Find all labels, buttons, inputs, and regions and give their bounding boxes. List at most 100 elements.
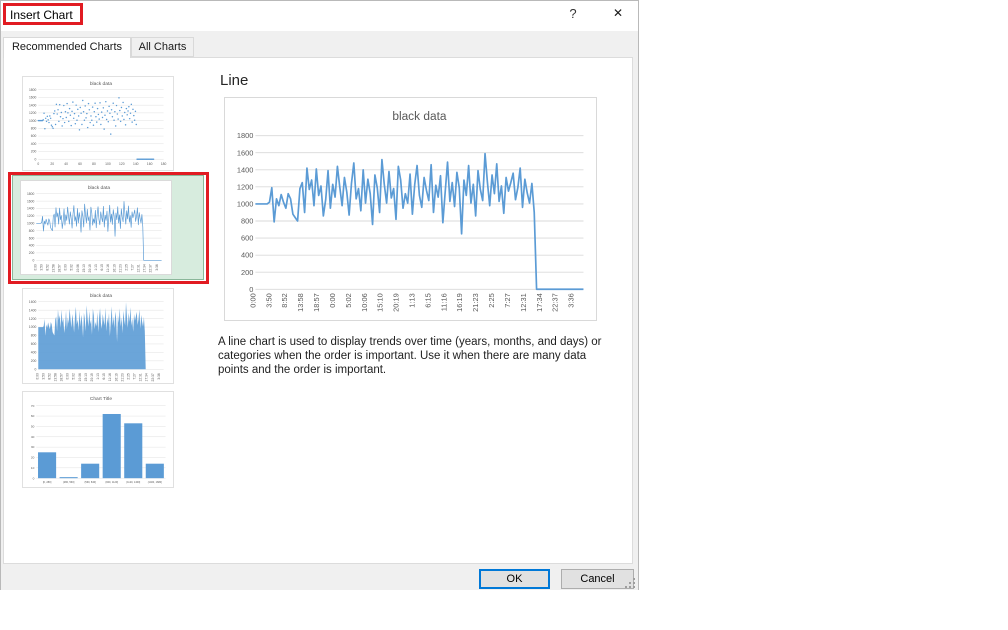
svg-text:180: 180 <box>161 162 167 166</box>
svg-text:400: 400 <box>31 142 37 146</box>
preview-heading: Line <box>220 72 248 89</box>
tab-all-charts[interactable]: All Charts <box>131 37 194 57</box>
svg-text:20: 20 <box>50 162 54 166</box>
svg-text:3:36: 3:36 <box>157 373 161 380</box>
svg-text:black data: black data <box>90 293 113 299</box>
svg-text:200: 200 <box>241 268 253 277</box>
svg-text:black data: black data <box>88 185 111 191</box>
svg-text:3:50: 3:50 <box>41 373 45 380</box>
close-icon[interactable]: ✕ <box>609 6 627 24</box>
svg-text:140: 140 <box>133 162 139 166</box>
svg-text:1200: 1200 <box>27 214 35 218</box>
svg-text:1400: 1400 <box>27 207 35 211</box>
svg-text:800: 800 <box>241 217 253 226</box>
svg-text:1400: 1400 <box>237 165 254 174</box>
svg-text:16:19: 16:19 <box>114 373 118 381</box>
svg-text:0: 0 <box>249 285 253 294</box>
svg-text:21:23: 21:23 <box>118 264 122 272</box>
svg-text:10:06: 10:06 <box>78 373 82 381</box>
svg-text:600: 600 <box>29 236 35 240</box>
svg-text:0:00: 0:00 <box>35 373 39 380</box>
tab-recommended-charts[interactable]: Recommended Charts <box>3 37 131 58</box>
svg-text:12:31: 12:31 <box>137 264 141 272</box>
svg-text:5:02: 5:02 <box>70 264 74 271</box>
svg-text:15:10: 15:10 <box>84 373 88 381</box>
insert-chart-dialog: Insert Chart ? ✕ Recommended Charts All … <box>0 0 639 590</box>
svg-text:5:02: 5:02 <box>344 293 353 307</box>
svg-text:10: 10 <box>31 466 35 470</box>
svg-text:2:25: 2:25 <box>487 293 496 307</box>
svg-text:21:23: 21:23 <box>120 373 124 381</box>
thumbnail-histogram-chart[interactable]: 010203040506070Chart Title[0, 280](280, … <box>22 391 174 488</box>
chart-description: A line chart is used to display trends o… <box>218 335 616 377</box>
svg-text:13:58: 13:58 <box>54 373 58 381</box>
svg-text:(560, 840]: (560, 840] <box>84 481 96 484</box>
svg-text:3:50: 3:50 <box>39 264 43 271</box>
svg-text:21:23: 21:23 <box>471 293 480 312</box>
svg-text:10:06: 10:06 <box>360 293 369 312</box>
dialog-content: 020040060080010001200140016001800black d… <box>3 57 633 564</box>
svg-text:(1400, 1680]: (1400, 1680] <box>148 481 163 484</box>
svg-text:0:00: 0:00 <box>66 373 70 380</box>
svg-text:1800: 1800 <box>29 88 37 92</box>
svg-text:3:50: 3:50 <box>264 293 273 307</box>
svg-text:200: 200 <box>29 251 35 255</box>
svg-text:1600: 1600 <box>29 300 37 304</box>
svg-text:3:36: 3:36 <box>567 293 576 307</box>
svg-text:22:37: 22:37 <box>149 264 153 272</box>
svg-text:100: 100 <box>105 162 111 166</box>
svg-text:8:52: 8:52 <box>280 293 289 307</box>
svg-text:600: 600 <box>241 234 253 243</box>
svg-text:17:34: 17:34 <box>143 264 147 272</box>
svg-text:200: 200 <box>31 359 37 363</box>
svg-text:1:13: 1:13 <box>407 293 416 307</box>
tab-strip: Recommended Charts All Charts <box>1 37 638 58</box>
svg-text:400: 400 <box>241 251 253 260</box>
svg-text:1600: 1600 <box>237 148 254 157</box>
svg-text:16:19: 16:19 <box>112 264 116 272</box>
svg-text:2:25: 2:25 <box>124 264 128 271</box>
help-icon[interactable]: ? <box>565 6 581 24</box>
svg-text:0: 0 <box>33 476 35 480</box>
svg-text:160: 160 <box>147 162 153 166</box>
svg-text:6:15: 6:15 <box>423 293 432 307</box>
svg-text:black data: black data <box>392 109 447 123</box>
svg-text:3:36: 3:36 <box>155 264 159 271</box>
svg-text:17:34: 17:34 <box>145 373 149 381</box>
svg-text:(1120, 1400]: (1120, 1400] <box>126 481 140 484</box>
thumbnail-scatter-chart[interactable]: 020040060080010001200140016001800black d… <box>22 76 174 171</box>
svg-text:11:16: 11:16 <box>106 264 110 272</box>
thumbnail-area-chart[interactable]: 02004006008001000120014001600black data0… <box>22 288 174 384</box>
svg-text:800: 800 <box>31 127 37 131</box>
svg-text:1200: 1200 <box>29 317 37 321</box>
svg-text:0: 0 <box>34 367 36 371</box>
svg-text:16:19: 16:19 <box>455 293 464 312</box>
svg-text:20:19: 20:19 <box>392 293 401 312</box>
svg-text:22:37: 22:37 <box>151 373 155 381</box>
svg-text:17:34: 17:34 <box>535 293 544 312</box>
svg-text:(840, 1120]: (840, 1120] <box>105 481 118 484</box>
svg-text:18:57: 18:57 <box>60 373 64 381</box>
svg-text:1000: 1000 <box>27 221 35 225</box>
svg-text:60: 60 <box>78 162 82 166</box>
svg-text:(280, 560]: (280, 560] <box>63 481 75 484</box>
svg-text:1000: 1000 <box>29 119 37 123</box>
ok-button[interactable]: OK <box>479 569 550 589</box>
svg-text:1800: 1800 <box>27 192 35 196</box>
thumbnail-line-chart-selected[interactable]: 020040060080010001200140016001800black d… <box>20 180 172 275</box>
resize-grip[interactable] <box>624 577 636 589</box>
svg-text:5:02: 5:02 <box>72 373 76 380</box>
svg-text:1600: 1600 <box>27 199 35 203</box>
svg-text:2:25: 2:25 <box>126 373 130 380</box>
svg-text:1:13: 1:13 <box>96 373 100 380</box>
svg-text:22:37: 22:37 <box>551 293 560 312</box>
svg-text:1000: 1000 <box>29 325 37 329</box>
svg-text:1400: 1400 <box>29 308 37 312</box>
svg-text:400: 400 <box>29 244 35 248</box>
svg-text:1000: 1000 <box>237 200 254 209</box>
svg-text:20:19: 20:19 <box>88 264 92 272</box>
svg-text:800: 800 <box>29 229 35 233</box>
svg-text:120: 120 <box>119 162 125 166</box>
svg-text:40: 40 <box>31 435 35 439</box>
svg-text:0:00: 0:00 <box>64 264 68 271</box>
